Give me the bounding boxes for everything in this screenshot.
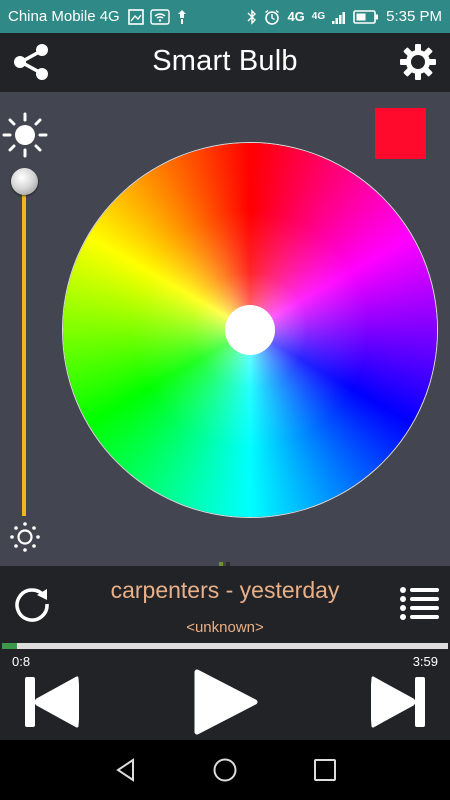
color-wheel-center[interactable] [225,305,275,355]
time-total: 3:59 [412,654,438,669]
system-nav-bar [0,740,450,800]
time-elapsed: 0:8 [12,654,31,669]
home-icon[interactable] [212,757,238,783]
alarm-icon [265,9,280,25]
brightness-slider-track[interactable] [22,192,26,516]
next-button[interactable] [371,674,427,730]
network-type-label-2: 4G [311,11,326,22]
app-title: Smart Bulb [152,45,298,77]
image-icon [127,8,144,25]
recent-apps-icon[interactable] [313,758,337,782]
brightness-low-icon [10,522,40,552]
app-bar: Smart Bulb [0,33,450,92]
color-picker-panel [0,92,450,566]
network-type-label: 4G [287,9,305,24]
playlist-icon[interactable] [399,586,439,620]
notification-icon [177,9,186,24]
song-title: carpenters - yesterday [110,577,340,603]
color-wheel[interactable] [63,143,437,517]
carrier-label: China Mobile 4G [8,8,120,25]
play-button[interactable] [191,668,259,736]
progress-fill [2,643,18,649]
signal-icon [332,11,346,24]
wifi-icon [150,8,170,25]
music-player: carpenters - yesterday <unknown> 0:8 3:5… [0,566,450,740]
status-bar: China Mobile 4G 4G 4G 5:35 PM [0,0,450,33]
brightness-high-icon [2,112,48,158]
progress-bar[interactable] [2,643,448,649]
status-time: 5:35 PM [386,8,442,25]
brightness-slider-thumb[interactable] [11,168,38,195]
bluetooth-icon [247,8,257,25]
status-icons-left [127,8,188,25]
gear-icon[interactable] [398,42,438,82]
previous-button[interactable] [23,674,79,730]
song-artist: <unknown> [186,619,264,636]
status-icons-right: 4G 4G 5:35 PM [247,8,442,25]
selected-color-swatch[interactable] [375,108,426,159]
battery-icon [353,9,379,24]
back-icon[interactable] [113,757,139,783]
